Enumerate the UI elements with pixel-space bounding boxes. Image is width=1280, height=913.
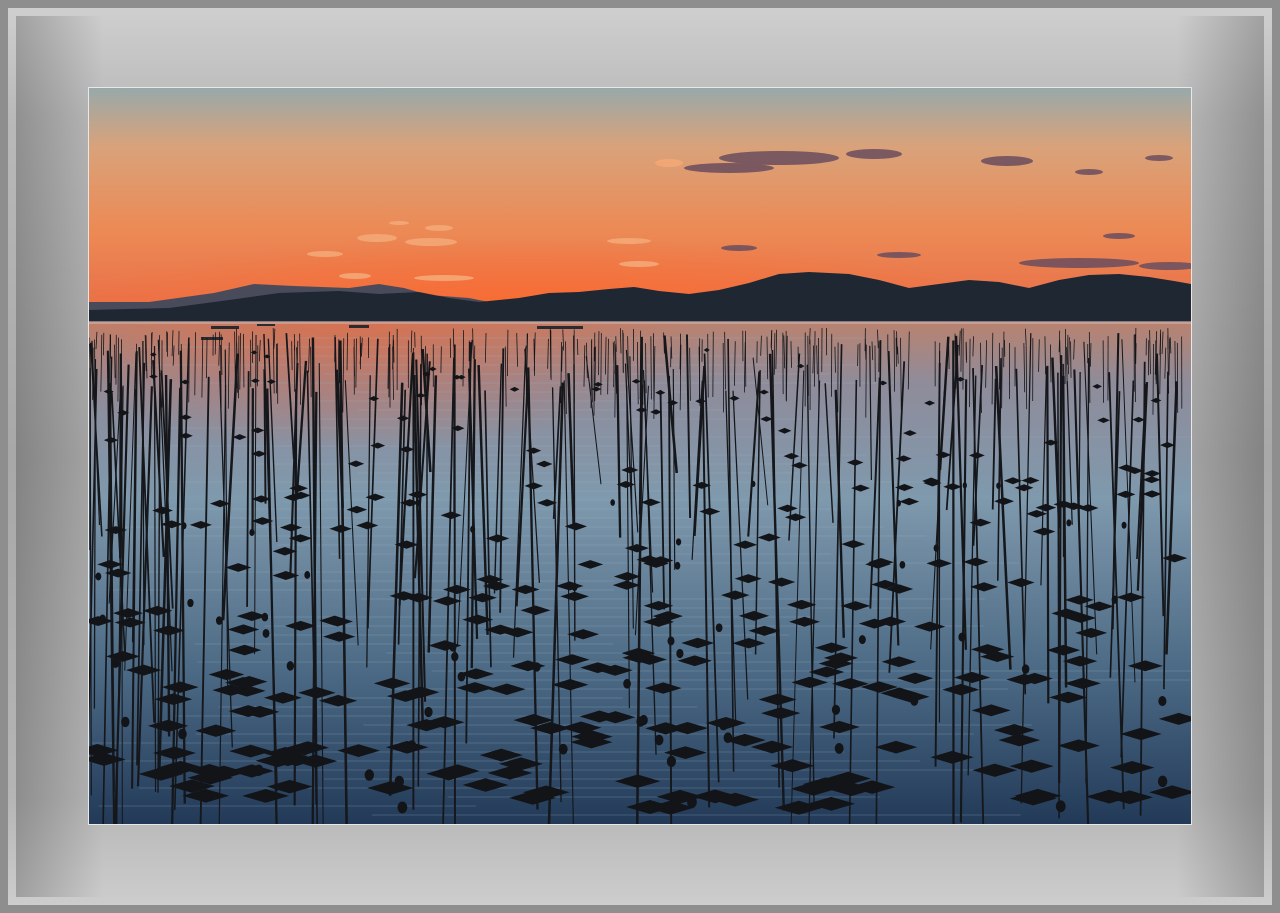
buoy: [623, 678, 631, 689]
buoy: [1111, 595, 1118, 604]
distant-pole: [622, 330, 624, 374]
buoy: [261, 612, 269, 622]
buoy: [654, 734, 664, 746]
buoy: [962, 482, 967, 489]
buoy: [364, 769, 374, 781]
buoy: [636, 716, 645, 727]
buoy: [719, 719, 728, 731]
buoy: [687, 796, 697, 808]
buoy: [397, 801, 408, 814]
distant-pole: [1025, 345, 1028, 410]
buoy: [304, 571, 311, 579]
buoy: [715, 623, 723, 633]
buoy: [1021, 664, 1030, 674]
distant-pole: [645, 343, 647, 394]
buoy: [407, 740, 417, 752]
buoy: [470, 525, 476, 533]
buoy: [424, 706, 433, 718]
buoy: [674, 561, 681, 570]
buoy: [95, 572, 102, 581]
buoy: [610, 499, 615, 506]
distant-pole: [865, 344, 867, 418]
buoy: [394, 775, 404, 788]
distant-pole: [114, 344, 116, 379]
buoy: [533, 662, 541, 672]
buoy: [1121, 521, 1127, 529]
distant-pole: [310, 346, 312, 398]
buoy: [751, 480, 756, 488]
distant-pole: [1067, 334, 1069, 365]
buoy: [181, 522, 187, 530]
buoy: [667, 636, 675, 646]
distant-pole: [206, 337, 208, 379]
distant-pole: [355, 338, 357, 388]
buoy: [187, 598, 194, 608]
buoy: [1066, 519, 1072, 527]
distant-pole: [707, 333, 709, 398]
buoy: [416, 499, 421, 507]
buoy: [300, 744, 310, 756]
distant-pole: [864, 338, 867, 360]
buoy: [675, 538, 682, 546]
buoy: [215, 616, 223, 625]
distant-pole: [834, 346, 836, 373]
buoy: [111, 658, 120, 669]
buoy: [449, 642, 457, 652]
buoy: [723, 732, 733, 744]
buoy: [896, 499, 901, 507]
buoy: [558, 743, 568, 755]
photo-scene: [89, 88, 1191, 824]
buoy: [254, 764, 264, 776]
distant-pole: [893, 330, 896, 392]
water-reflection: [89, 322, 789, 582]
buoy: [457, 671, 466, 682]
distant-pole: [650, 336, 652, 400]
buoy: [1157, 775, 1168, 788]
buoy: [1158, 696, 1167, 707]
distant-pole: [1152, 343, 1154, 415]
buoy: [958, 632, 966, 642]
buoy: [286, 661, 295, 671]
farm-pole: [1046, 365, 1050, 704]
buoy: [249, 528, 255, 537]
buoy: [676, 648, 684, 659]
buoy: [831, 704, 841, 715]
buoy: [933, 544, 939, 552]
buoy: [899, 560, 906, 569]
buoy: [121, 716, 130, 728]
buoy: [262, 628, 270, 638]
buoy: [858, 635, 866, 645]
distant-pole: [1088, 331, 1091, 403]
distant-pole: [969, 338, 971, 408]
distant-pole: [1090, 343, 1092, 367]
landscape-photo: [88, 87, 1192, 825]
buoy: [99, 614, 106, 624]
buoy: [910, 695, 919, 706]
buoy: [666, 755, 676, 767]
horizon-line: [89, 321, 1191, 324]
buoy: [571, 582, 578, 592]
buoy: [178, 728, 187, 740]
buoy: [451, 652, 459, 662]
distant-pole: [507, 329, 509, 376]
buoy: [996, 482, 1001, 489]
buoy: [834, 742, 844, 754]
buoy: [1055, 800, 1066, 813]
